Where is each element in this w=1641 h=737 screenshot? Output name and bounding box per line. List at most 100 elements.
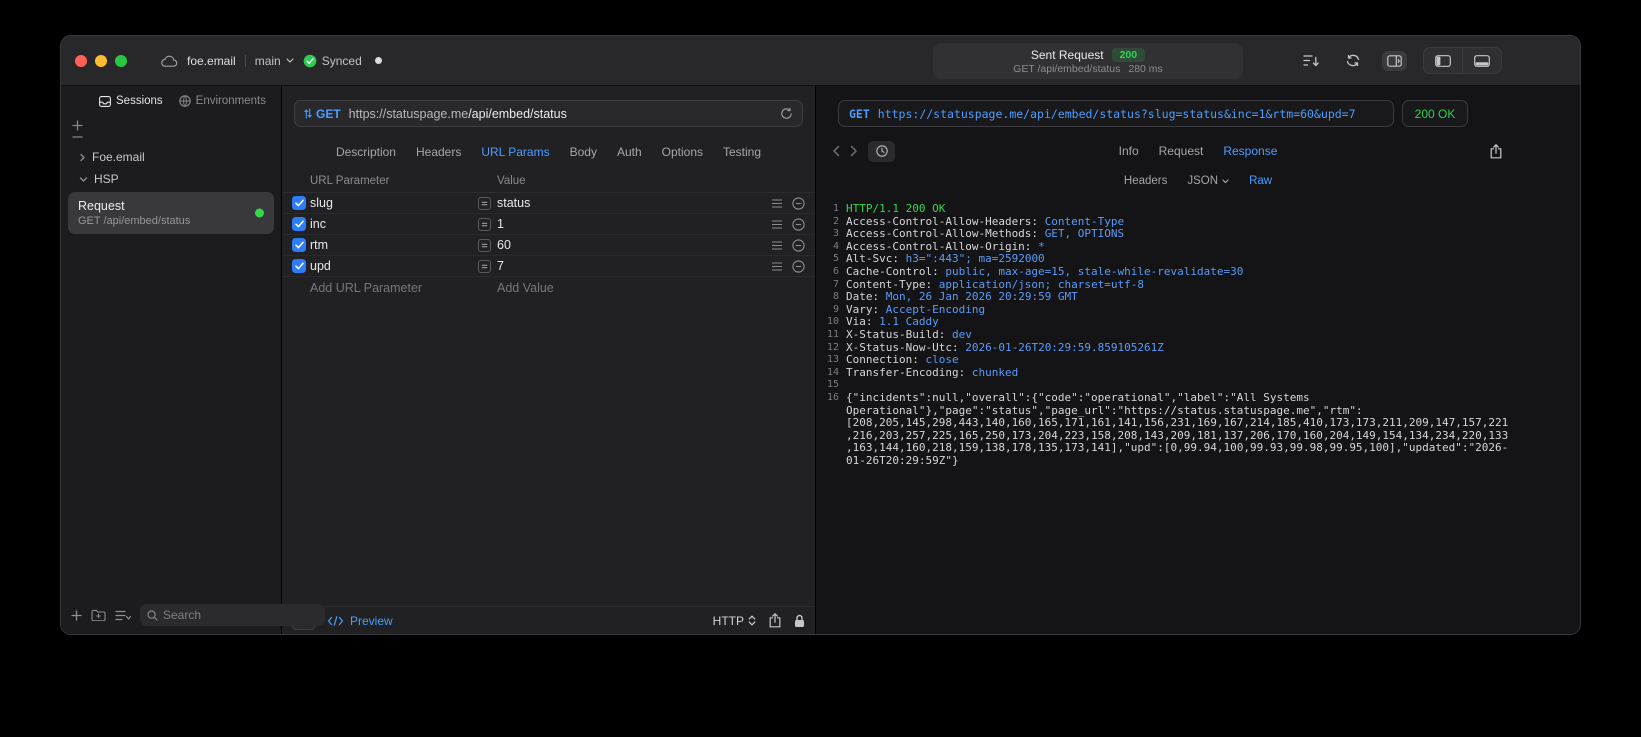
- sidebar-group-foe-email[interactable]: Foe.email: [61, 146, 281, 168]
- sidebar-group-hsp[interactable]: HSP: [61, 168, 281, 190]
- protocol-selector[interactable]: HTTP: [713, 614, 756, 628]
- response-tab-request[interactable]: Request: [1159, 144, 1204, 158]
- request-url-field[interactable]: https://statuspage.me/api/embed/status: [349, 107, 567, 121]
- editor-tab-testing[interactable]: Testing: [723, 145, 761, 159]
- close-window-button[interactable]: [75, 54, 87, 67]
- editor-tab-body[interactable]: Body: [570, 145, 597, 159]
- column-header-value: Value: [497, 174, 526, 187]
- summary-subtitle: GET /api/embed/status: [1013, 62, 1121, 75]
- param-row-inc: inc 1: [282, 214, 815, 235]
- toggle-bottom-panel-button[interactable]: [1462, 48, 1501, 73]
- editor-tab-description[interactable]: Description: [336, 145, 396, 159]
- sidebar-search[interactable]: [140, 604, 325, 626]
- line-number: 2: [832, 215, 839, 227]
- sync-loop-icon[interactable]: [1340, 50, 1366, 71]
- tab-label: Info: [1118, 144, 1139, 158]
- editor-tab-options[interactable]: Options: [662, 145, 703, 159]
- history-button[interactable]: [868, 140, 895, 162]
- project-name[interactable]: foe.email: [187, 54, 236, 68]
- request-item[interactable]: Request GET /api/embed/status: [68, 192, 274, 234]
- toggle-sidebar-button[interactable]: [1424, 48, 1462, 73]
- param-checkbox[interactable]: [292, 238, 306, 252]
- row-reorder-icon[interactable]: [771, 239, 783, 252]
- line-number: 16: [826, 391, 839, 403]
- divider: [244, 54, 246, 67]
- add-request-icon[interactable]: [71, 609, 82, 621]
- add-param-value[interactable]: Add Value: [497, 281, 554, 295]
- remove-icon[interactable]: [71, 135, 83, 139]
- response-tab-response[interactable]: Response: [1223, 144, 1277, 158]
- project-info: foe.email main Synced: [161, 54, 382, 68]
- param-name-field[interactable]: inc: [310, 217, 478, 231]
- response-tab-info[interactable]: Info: [1119, 144, 1139, 158]
- param-checkbox[interactable]: [292, 259, 306, 273]
- sort-lines-icon[interactable]: [1298, 50, 1324, 71]
- history-back-icon[interactable]: [832, 145, 840, 157]
- branch-selector[interactable]: main: [255, 54, 294, 68]
- equals-icon: [478, 217, 491, 231]
- row-reorder-icon[interactable]: [771, 197, 783, 210]
- param-name-field[interactable]: rtm: [310, 238, 478, 252]
- response-subtab-headers[interactable]: Headers: [1124, 175, 1167, 187]
- tab-label: Auth: [616, 145, 642, 159]
- param-checkbox[interactable]: [292, 217, 306, 231]
- method-selector[interactable]: GET: [304, 107, 341, 121]
- share-icon[interactable]: [769, 613, 781, 628]
- response-url-box[interactable]: GET https://statuspage.me/api/embed/stat…: [838, 100, 1394, 127]
- param-row-slug: slug status: [282, 193, 815, 214]
- sessions-sidebar: Sessions Environments Foe.email HSP Reques…: [61, 86, 325, 634]
- lock-icon[interactable]: [794, 614, 805, 628]
- request-summary[interactable]: Sent Request 200 GET /api/embed/status 2…: [933, 43, 1243, 79]
- line-number: 3: [832, 228, 839, 240]
- group-label: Foe.email: [92, 150, 145, 164]
- add-folder-icon[interactable]: [91, 609, 106, 621]
- param-value-field[interactable]: 1: [497, 217, 504, 231]
- param-value-field[interactable]: status: [497, 196, 530, 210]
- editor-tab-url-params[interactable]: URL Params: [481, 145, 549, 159]
- titlebar: foe.email main Synced Sent Request 200 G…: [61, 36, 1580, 86]
- sidebar-tab-environments[interactable]: Environments: [178, 95, 266, 107]
- tab-label: Headers: [1123, 175, 1168, 187]
- param-value-field[interactable]: 60: [497, 238, 511, 252]
- layout-switch-icon[interactable]: [1382, 50, 1407, 71]
- add-icon[interactable]: [71, 120, 83, 131]
- resend-icon[interactable]: [780, 107, 793, 120]
- row-reorder-icon[interactable]: [771, 218, 783, 231]
- zoom-window-button[interactable]: [115, 54, 127, 67]
- search-input[interactable]: [163, 608, 318, 622]
- response-subtabs: Headers JSON Raw: [816, 167, 1580, 195]
- row-remove-icon[interactable]: [792, 238, 805, 252]
- row-remove-icon[interactable]: [792, 196, 805, 210]
- preview-label: Preview: [350, 613, 393, 628]
- tab-label: JSON: [1187, 175, 1219, 187]
- response-subtab-raw[interactable]: Raw: [1249, 175, 1272, 187]
- row-remove-icon[interactable]: [792, 259, 805, 273]
- line-number: 10: [826, 316, 839, 328]
- editor-tab-headers[interactable]: Headers: [416, 145, 461, 159]
- row-remove-icon[interactable]: [792, 217, 805, 231]
- app-window: foe.email main Synced Sent Request 200 G…: [60, 35, 1581, 635]
- response-subtab-json[interactable]: JSON: [1187, 175, 1229, 187]
- param-name-field[interactable]: slug: [310, 196, 478, 210]
- minimize-window-button[interactable]: [95, 54, 107, 67]
- response-body[interactable]: 1 HTTP/1.1 200 OK 2 Access-Control-Allow-He…: [816, 195, 1580, 634]
- preview-button[interactable]: Preview: [327, 614, 393, 628]
- editor-tab-auth[interactable]: Auth: [617, 145, 642, 159]
- tab-label: Body: [569, 145, 597, 159]
- param-value-field[interactable]: 7: [497, 259, 504, 273]
- url-bar[interactable]: GET https://statuspage.me/api/embed/stat…: [294, 100, 803, 127]
- add-param-name[interactable]: Add URL Parameter: [310, 281, 478, 295]
- tab-label: Raw: [1249, 175, 1273, 187]
- param-checkbox[interactable]: [292, 196, 306, 210]
- param-name-field[interactable]: upd: [310, 259, 478, 273]
- sidebar-tab-sessions[interactable]: Sessions: [99, 95, 163, 107]
- sidebar-rail: [69, 120, 85, 139]
- row-reorder-icon[interactable]: [771, 260, 783, 273]
- sort-list-icon[interactable]: [115, 610, 131, 621]
- tab-label: Request: [1158, 144, 1204, 158]
- history-forward-icon[interactable]: [850, 145, 858, 157]
- equals-icon: [478, 259, 491, 273]
- tab-label: Headers: [415, 145, 462, 159]
- export-response-icon[interactable]: [1490, 143, 1502, 159]
- sync-status[interactable]: Synced: [303, 54, 362, 68]
